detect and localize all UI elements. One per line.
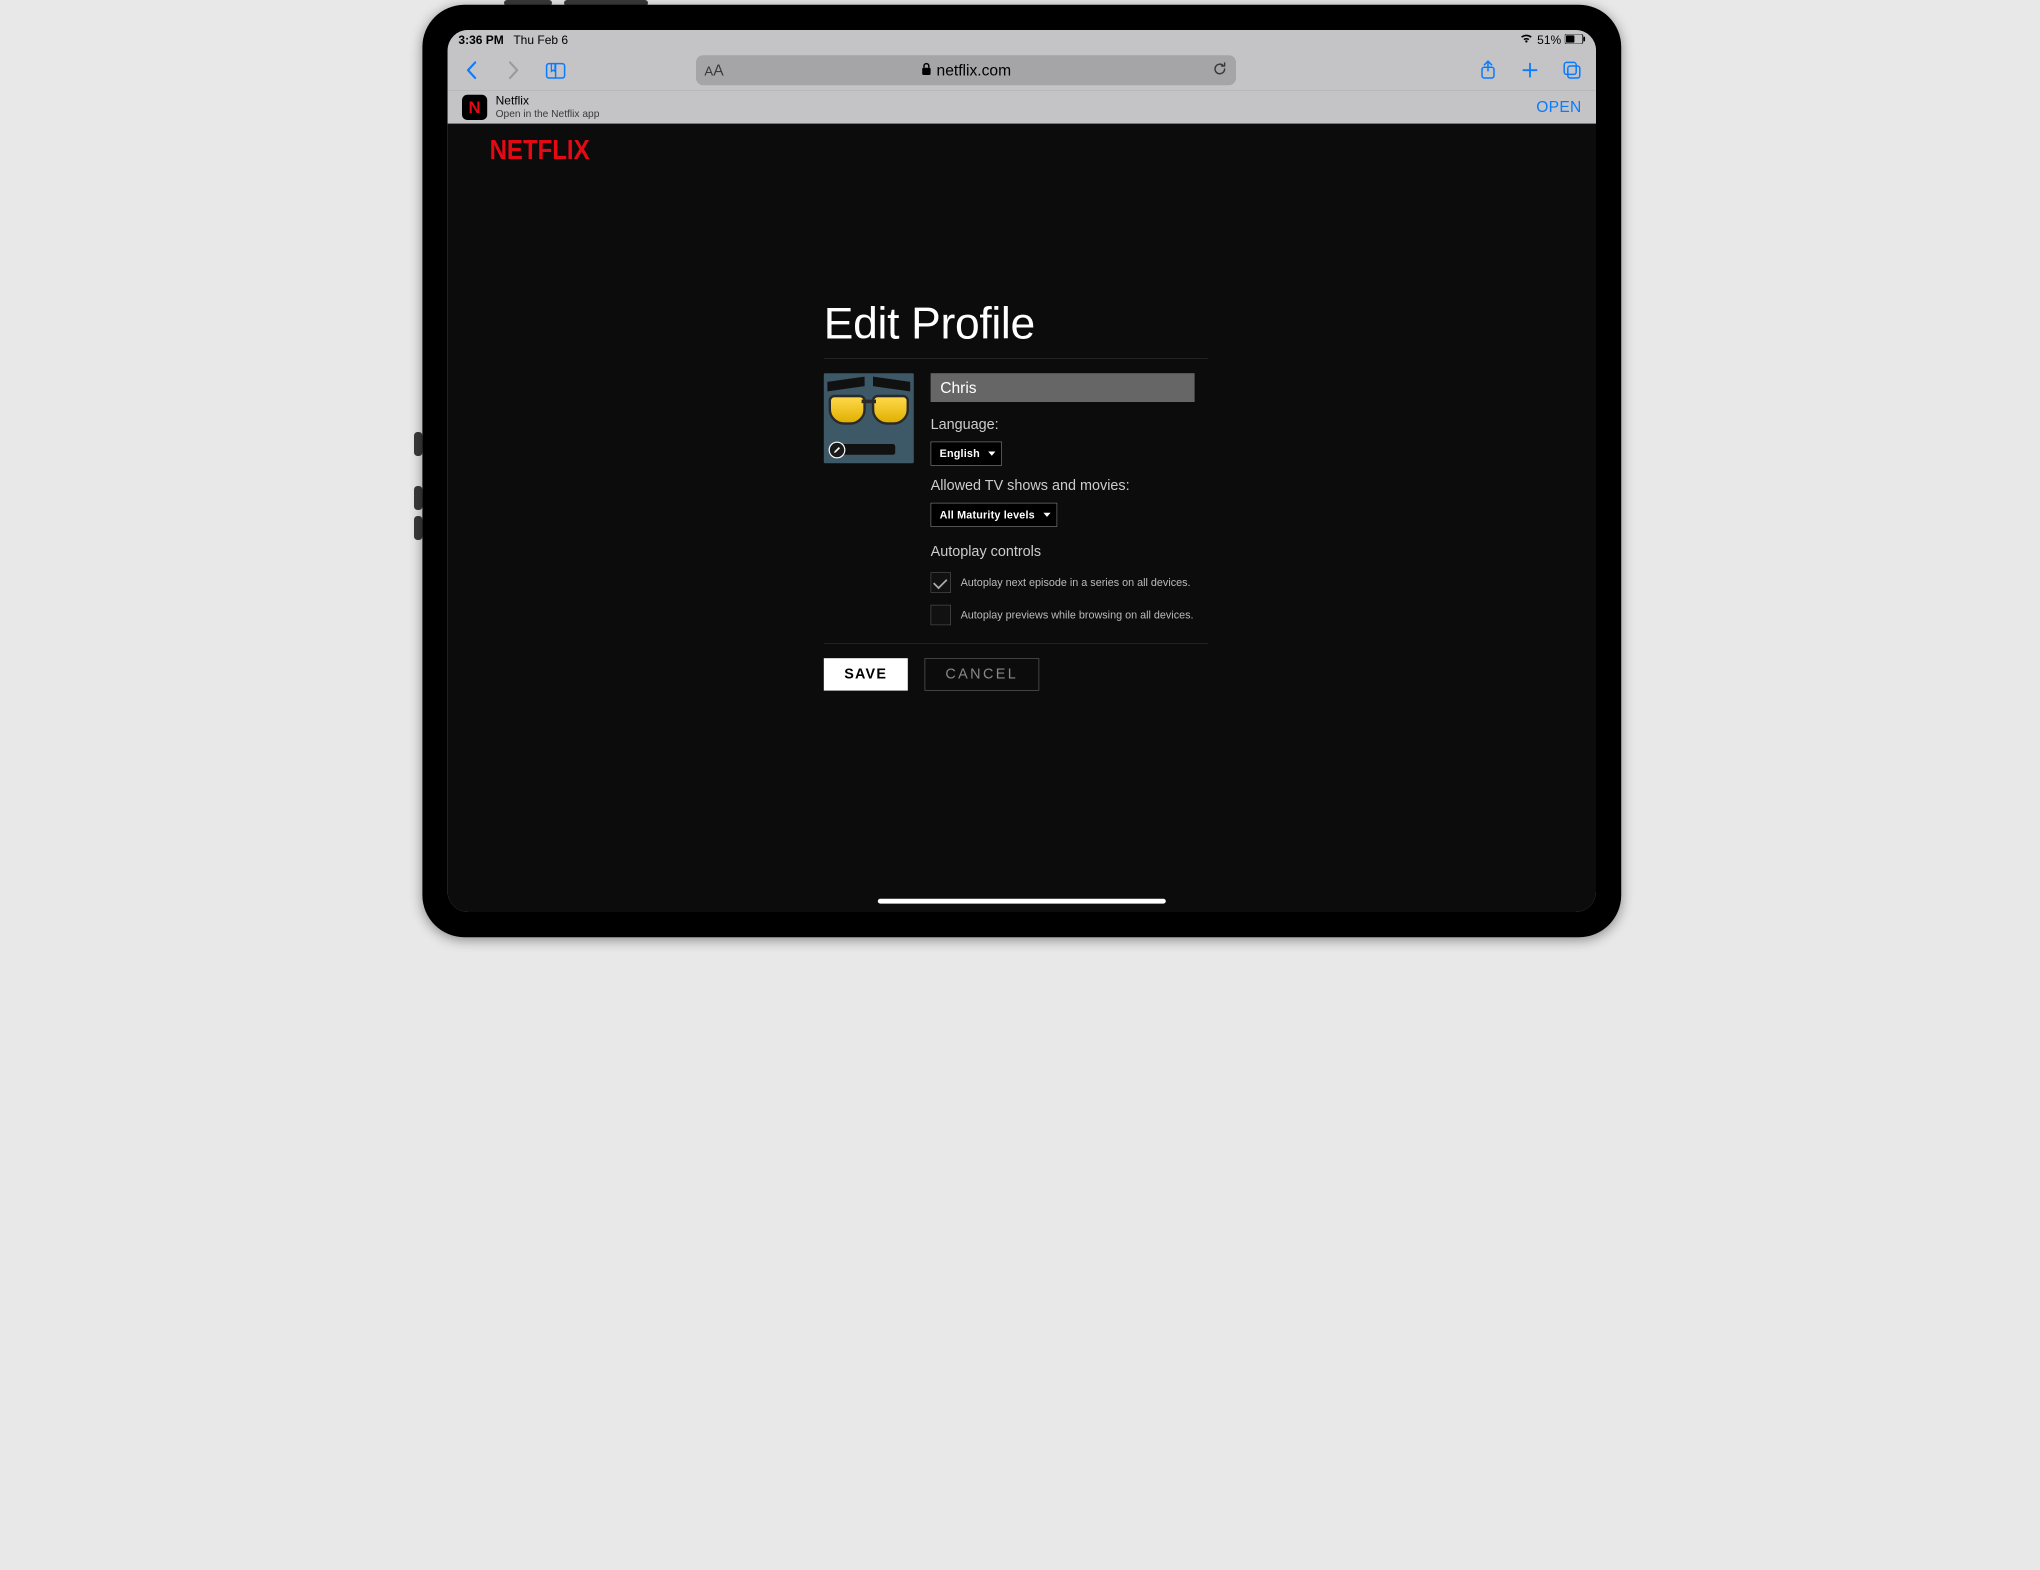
app-banner: N Netflix Open in the Netflix app OPEN — [448, 90, 1596, 124]
url-bar[interactable]: AA netflix.com — [696, 55, 1236, 85]
lock-icon — [921, 61, 932, 80]
netflix-logo[interactable]: NETFLIX — [490, 135, 590, 166]
netflix-page: NETFLIX Edit Profile — [448, 124, 1596, 912]
autoplay-heading: Autoplay controls — [931, 544, 1208, 561]
maturity-select[interactable]: All Maturity levels — [931, 503, 1057, 527]
divider — [824, 358, 1208, 359]
autoplay-next-checkbox[interactable] — [931, 572, 951, 592]
cancel-button[interactable]: CANCEL — [924, 658, 1039, 690]
profile-name-input[interactable] — [931, 373, 1195, 402]
wifi-icon — [1519, 33, 1533, 47]
back-button[interactable] — [458, 57, 484, 83]
share-button[interactable] — [1475, 57, 1501, 83]
forward-button[interactable] — [500, 57, 526, 83]
hw-button — [414, 486, 422, 510]
tabs-button[interactable] — [1559, 57, 1585, 83]
home-indicator[interactable] — [878, 899, 1166, 904]
edit-avatar-button[interactable] — [829, 442, 846, 459]
battery-icon — [1565, 33, 1585, 47]
maturity-label: Allowed TV shows and movies: — [931, 478, 1208, 495]
ipad-device: 3:36 PM Thu Feb 6 51% — [408, 0, 1632, 942]
status-bar: 3:36 PM Thu Feb 6 51% — [448, 30, 1596, 50]
pencil-icon — [833, 446, 841, 454]
page-title: Edit Profile — [824, 298, 1208, 349]
safari-toolbar: AA netflix.com — [448, 50, 1596, 90]
app-banner-title: Netflix — [496, 94, 600, 108]
autoplay-next-label: Autoplay next episode in a series on all… — [961, 576, 1191, 589]
new-tab-button[interactable] — [1517, 57, 1543, 83]
netflix-app-icon: N — [462, 95, 487, 120]
battery-percent: 51% — [1537, 33, 1561, 47]
url-text: netflix.com — [937, 61, 1012, 80]
hw-button — [414, 516, 422, 540]
maturity-value: All Maturity levels — [940, 509, 1035, 522]
autoplay-previews-label: Autoplay previews while browsing on all … — [961, 609, 1194, 622]
bookmarks-button[interactable] — [542, 57, 568, 83]
chevron-down-icon — [1043, 513, 1050, 517]
language-value: English — [940, 447, 980, 460]
language-label: Language: — [931, 416, 1208, 433]
open-app-button[interactable]: OPEN — [1536, 98, 1581, 117]
divider — [824, 643, 1208, 644]
save-button[interactable]: SAVE — [824, 658, 908, 690]
hw-button — [414, 432, 422, 456]
language-select[interactable]: English — [931, 442, 1002, 466]
autoplay-previews-checkbox[interactable] — [931, 605, 951, 625]
status-date: Thu Feb 6 — [513, 33, 568, 47]
status-time: 3:36 PM — [458, 33, 503, 47]
chevron-down-icon — [988, 452, 995, 456]
app-banner-subtitle: Open in the Netflix app — [496, 108, 600, 120]
